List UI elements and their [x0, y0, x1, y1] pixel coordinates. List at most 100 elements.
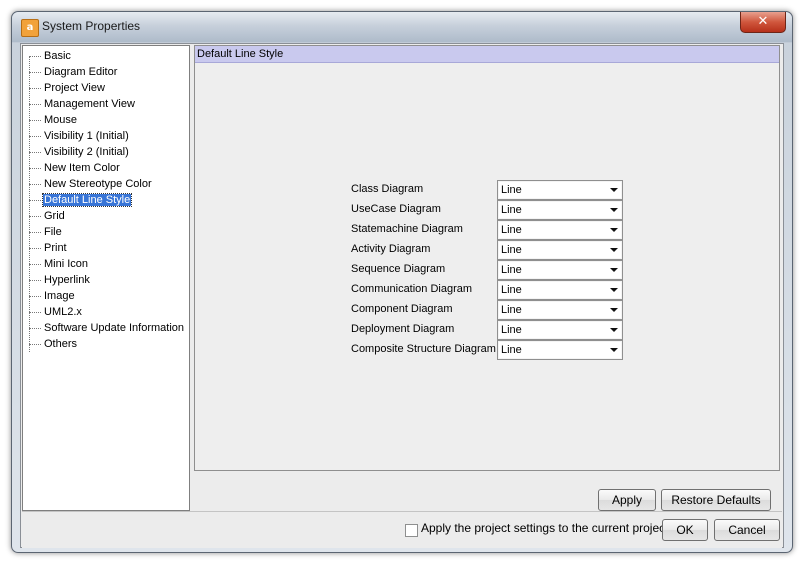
chevron-down-icon — [610, 308, 618, 312]
tree-item-label: Diagram Editor — [44, 66, 118, 78]
tree-connector — [29, 216, 41, 217]
tree-item[interactable]: Project View — [29, 80, 106, 96]
tree-item-label: File — [44, 226, 62, 238]
apply-button[interactable]: Apply — [598, 489, 656, 511]
close-button[interactable]: ✕ — [740, 12, 786, 33]
tree-connector — [29, 232, 41, 233]
tree-item[interactable]: New Item Color — [29, 160, 121, 176]
line-style-select[interactable]: Line — [497, 300, 623, 320]
line-style-select[interactable]: Line — [497, 260, 623, 280]
line-style-select[interactable]: Line — [497, 280, 623, 300]
tree-connector — [29, 88, 41, 89]
tree-item[interactable]: File — [29, 224, 63, 240]
tree-item-label: New Item Color — [44, 162, 120, 174]
tree-item-label: Others — [44, 338, 78, 350]
chevron-down-icon — [610, 248, 618, 252]
tree-item-label: Grid — [44, 210, 65, 222]
diagram-type-label: UseCase Diagram — [351, 203, 441, 215]
tree-item-label: Management View — [44, 98, 135, 110]
line-style-value: Line — [501, 264, 522, 276]
chevron-down-icon — [610, 328, 618, 332]
line-style-select[interactable]: Line — [497, 200, 623, 220]
dialog-footer: Apply the project settings to the curren… — [22, 511, 782, 548]
diagram-type-label: Component Diagram — [351, 303, 453, 315]
tree-connector — [29, 328, 41, 329]
line-style-value: Line — [501, 344, 522, 356]
tree-connector — [29, 280, 41, 281]
tree-connector — [29, 104, 41, 105]
line-style-select[interactable]: Line — [497, 340, 623, 360]
tree-item[interactable]: Hyperlink — [29, 272, 91, 288]
tree-item[interactable]: Diagram Editor — [29, 64, 118, 80]
tree-item-label: Software Update Information — [44, 322, 185, 334]
tree-connector — [29, 344, 41, 345]
line-style-value: Line — [501, 304, 522, 316]
tree-connector — [29, 296, 41, 297]
tree-item[interactable]: Image — [29, 288, 76, 304]
tree-item[interactable]: Management View — [29, 96, 136, 112]
apply-project-settings-checkbox[interactable] — [405, 524, 418, 537]
tree-item-label: Image — [44, 290, 75, 302]
chevron-down-icon — [610, 228, 618, 232]
line-style-value: Line — [501, 184, 522, 196]
line-style-value: Line — [501, 284, 522, 296]
tree-item[interactable]: Visibility 2 (Initial) — [29, 144, 130, 160]
category-tree[interactable]: Basic Diagram Editor Project View Managemen… — [22, 45, 190, 511]
tree-connector — [29, 248, 41, 249]
line-style-value: Line — [501, 324, 522, 336]
line-style-select[interactable]: Line — [497, 320, 623, 340]
tree-connector — [29, 312, 41, 313]
dialog-client-area: Basic Diagram Editor Project View Managemen… — [20, 43, 784, 548]
tree-item[interactable]: Mouse — [29, 112, 78, 128]
app-icon: a — [21, 19, 39, 37]
settings-panel: Default Line Style Class Diagram Line UseC… — [194, 45, 780, 471]
chevron-down-icon — [610, 348, 618, 352]
title-bar[interactable]: a System Properties ✕ — [12, 12, 792, 42]
diagram-type-label: Communication Diagram — [351, 283, 473, 295]
tree-item-label: New Stereotype Color — [44, 178, 152, 190]
tree-connector — [29, 168, 41, 169]
system-properties-window: a System Properties ✕ Basic Diagram Edito… — [11, 11, 793, 553]
tree-item-label: Print — [44, 242, 67, 254]
tree-connector — [29, 136, 41, 137]
tree-item[interactable]: Print — [29, 240, 68, 256]
diagram-type-label: Statemachine Diagram — [351, 223, 463, 235]
chevron-down-icon — [610, 288, 618, 292]
tree-item-label: Basic — [44, 50, 71, 62]
tree-item[interactable]: Grid — [29, 208, 66, 224]
cancel-button[interactable]: Cancel — [714, 519, 780, 541]
diagram-type-label: Composite Structure Diagram — [351, 343, 496, 355]
tree-item[interactable]: Others — [29, 336, 78, 352]
apply-project-settings-label[interactable]: Apply the project settings to the curren… — [421, 521, 668, 535]
tree-connector — [29, 200, 41, 201]
diagram-type-label: Activity Diagram — [351, 243, 431, 255]
tree-item[interactable]: Mini Icon — [29, 256, 89, 272]
tree-item[interactable]: Default Line Style — [29, 192, 133, 208]
tree-item[interactable]: Visibility 1 (Initial) — [29, 128, 130, 144]
tree-connector — [29, 72, 41, 73]
tree-item-label: Project View — [44, 82, 105, 94]
line-style-select[interactable]: Line — [497, 220, 623, 240]
tree-item-label: Mouse — [44, 114, 78, 126]
line-style-select[interactable]: Line — [497, 240, 623, 260]
tree-item-label: UML2.x — [44, 306, 82, 318]
window-title: System Properties — [42, 19, 141, 33]
tree-item[interactable]: Software Update Information — [29, 320, 185, 336]
tree-item[interactable]: New Stereotype Color — [29, 176, 153, 192]
diagram-type-label: Sequence Diagram — [351, 263, 446, 275]
tree-item-label: Default Line Style — [41, 193, 133, 207]
tree-item[interactable]: Basic — [29, 48, 72, 64]
restore-defaults-button[interactable]: Restore Defaults — [661, 489, 771, 511]
tree-item-label: Hyperlink — [44, 274, 90, 286]
line-style-value: Line — [501, 244, 522, 256]
chevron-down-icon — [610, 188, 618, 192]
chevron-down-icon — [610, 268, 618, 272]
tree-connector — [29, 184, 41, 185]
tree-item-label: Visibility 1 (Initial) — [44, 130, 129, 142]
diagram-type-label: Class Diagram — [351, 183, 424, 195]
ok-button[interactable]: OK — [662, 519, 708, 541]
chevron-down-icon — [610, 208, 618, 212]
tree-connector — [29, 152, 41, 153]
tree-item[interactable]: UML2.x — [29, 304, 83, 320]
line-style-select[interactable]: Line — [497, 180, 623, 200]
